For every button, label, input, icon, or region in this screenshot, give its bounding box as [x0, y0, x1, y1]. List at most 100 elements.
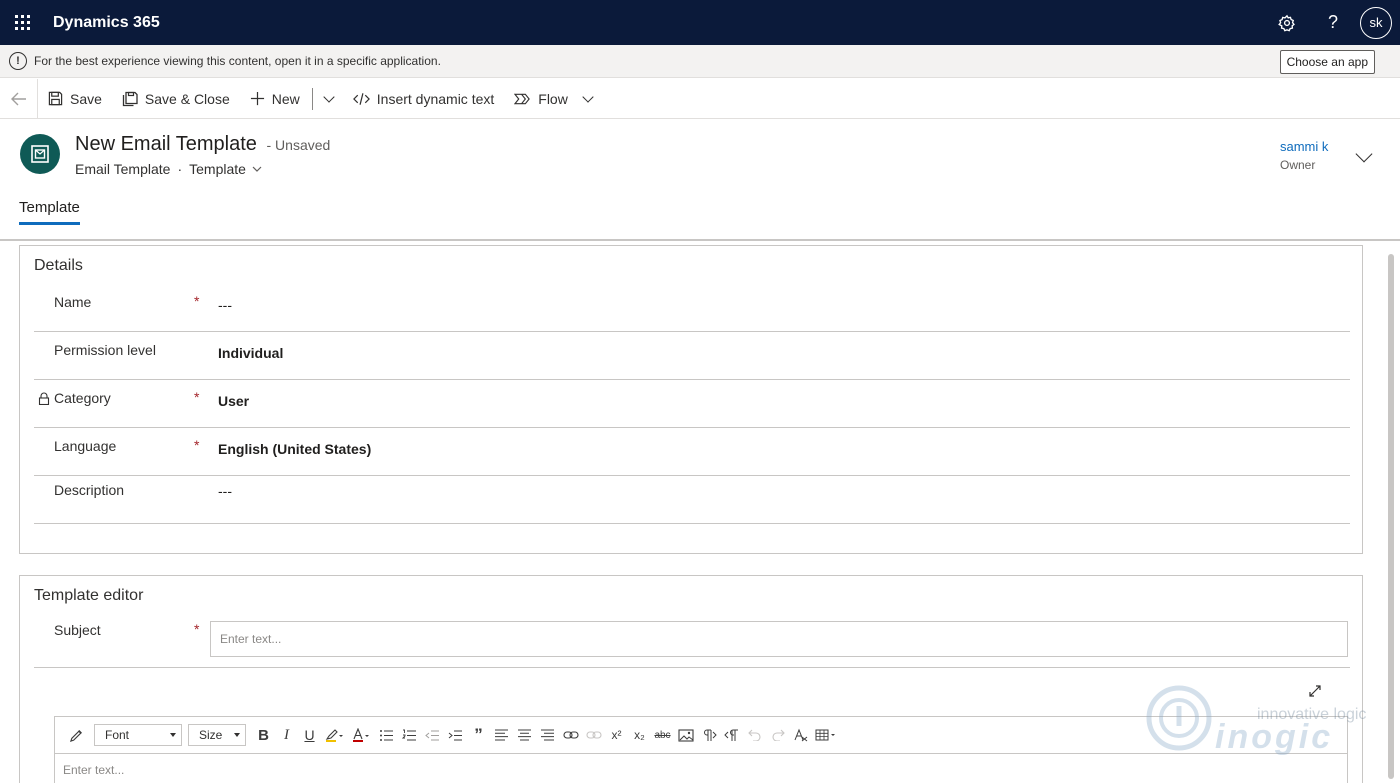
- insert-dynamic-text-label: Insert dynamic text: [376, 90, 495, 107]
- blockquote-button[interactable]: ”: [467, 724, 490, 747]
- chevron-down-icon[interactable]: [252, 166, 262, 172]
- new-button[interactable]: New: [240, 79, 310, 119]
- user-avatar[interactable]: sk: [1360, 6, 1392, 39]
- increase-indent-button[interactable]: [444, 724, 467, 747]
- bullet-list-icon: [380, 729, 393, 741]
- name-label: Name: [54, 294, 92, 310]
- superscript-button[interactable]: x²: [605, 724, 628, 747]
- font-select-label: Font: [105, 728, 130, 742]
- align-center-icon: [518, 729, 531, 741]
- strikethrough-icon: abc: [654, 729, 671, 741]
- subscript-icon: x₂: [634, 728, 645, 742]
- font-select[interactable]: Font: [94, 724, 182, 746]
- chevron-down-icon: [323, 90, 335, 103]
- permission-level-label: Permission level: [54, 342, 156, 358]
- flow-icon: [514, 93, 531, 104]
- code-icon: [352, 92, 370, 105]
- help-button[interactable]: ?: [1310, 0, 1356, 45]
- name-input[interactable]: ---: [218, 297, 232, 313]
- template-icon: [31, 145, 49, 163]
- language-select[interactable]: English (United States): [218, 441, 371, 457]
- record-subtitle: Email Template · Template: [75, 161, 262, 177]
- undo-button[interactable]: [743, 724, 766, 747]
- title-text: New Email Template: [75, 133, 257, 155]
- bulleted-list-button[interactable]: [375, 724, 398, 747]
- notification-bar: ! For the best experience viewing this c…: [0, 45, 1400, 78]
- save-button[interactable]: Save: [38, 79, 112, 119]
- category-field-row: Category * User: [34, 380, 1350, 428]
- ltr-button[interactable]: [697, 724, 720, 747]
- align-center-button[interactable]: [513, 724, 536, 747]
- strikethrough-button[interactable]: abc: [651, 724, 674, 747]
- italic-icon: I: [284, 726, 289, 743]
- bold-button[interactable]: B: [252, 724, 275, 747]
- owner-link[interactable]: sammi k: [1280, 139, 1328, 154]
- details-section-title: Details: [34, 257, 83, 274]
- details-section: Details Name * --- Permission level Indi…: [19, 245, 1363, 554]
- save-label: Save: [70, 90, 102, 107]
- align-left-button[interactable]: [490, 724, 513, 747]
- email-template-entity-icon: [20, 134, 60, 174]
- italic-button[interactable]: I: [275, 724, 298, 747]
- subject-input[interactable]: Enter text...: [210, 621, 1348, 657]
- back-button[interactable]: [0, 78, 38, 119]
- redo-button[interactable]: [766, 724, 789, 747]
- description-label: Description: [54, 482, 125, 498]
- settings-button[interactable]: [1264, 0, 1310, 45]
- subject-label: Subject: [54, 622, 101, 638]
- rtl-button[interactable]: [720, 724, 743, 747]
- new-label: New: [271, 90, 300, 107]
- clear-format-icon: [794, 728, 807, 742]
- underline-icon: U: [304, 727, 315, 743]
- header-divider: [0, 239, 1400, 241]
- editor-body-placeholder[interactable]: Enter text...: [63, 763, 124, 777]
- subscript-button[interactable]: x₂: [628, 724, 651, 747]
- app-launcher-button[interactable]: [0, 0, 44, 45]
- link-icon: [562, 731, 579, 739]
- new-dropdown-button[interactable]: [315, 79, 343, 119]
- flow-button[interactable]: Flow: [504, 79, 602, 119]
- insert-table-button[interactable]: [812, 724, 840, 747]
- text-direction-rtl-icon: [723, 729, 738, 741]
- superscript-icon: x²: [611, 728, 622, 742]
- flow-label: Flow: [538, 90, 568, 107]
- form-selector[interactable]: Template: [189, 161, 246, 177]
- tab-template[interactable]: Template: [19, 199, 80, 225]
- table-icon: [815, 729, 835, 741]
- save-close-label: Save & Close: [144, 90, 230, 107]
- watermark-logo: [1146, 685, 1212, 751]
- page-scrollbar[interactable]: [1386, 246, 1396, 783]
- save-close-button[interactable]: Save & Close: [112, 79, 240, 119]
- header-expand-chevron-icon[interactable]: [1355, 145, 1373, 163]
- top-navigation-bar: Dynamics 365 ? sk: [0, 0, 1400, 45]
- language-field-row: Language * English (United States): [34, 428, 1350, 476]
- choose-app-button[interactable]: Choose an app: [1279, 50, 1375, 74]
- insert-image-button[interactable]: [674, 724, 697, 747]
- redo-icon: [771, 729, 785, 741]
- subject-placeholder: Enter text...: [220, 632, 282, 646]
- paste-format-button[interactable]: [65, 724, 88, 747]
- dropdown-triangle-icon: [234, 733, 240, 737]
- info-icon: !: [9, 52, 27, 70]
- insert-link-button[interactable]: [559, 724, 582, 747]
- command-bar: Save Save & Close New Insert dynamic tex…: [0, 78, 1400, 119]
- app-title[interactable]: Dynamics 365: [53, 14, 160, 32]
- template-editor-title: Template editor: [34, 587, 144, 604]
- permission-level-select[interactable]: Individual: [218, 345, 283, 361]
- underline-button[interactable]: U: [298, 724, 321, 747]
- required-indicator: *: [194, 621, 200, 637]
- clear-formatting-button[interactable]: [789, 724, 812, 747]
- align-right-button[interactable]: [536, 724, 559, 747]
- size-select[interactable]: Size: [188, 724, 246, 746]
- numbered-list-button[interactable]: [398, 724, 421, 747]
- insert-dynamic-text-button[interactable]: Insert dynamic text: [343, 79, 505, 119]
- decrease-indent-button[interactable]: [421, 724, 444, 747]
- permission-level-field-row: Permission level Individual: [34, 332, 1350, 380]
- highlight-icon: [325, 729, 343, 742]
- scrollbar-thumb[interactable]: [1388, 254, 1394, 779]
- description-input[interactable]: ---: [218, 483, 232, 499]
- font-color-button[interactable]: [349, 724, 375, 747]
- remove-link-button[interactable]: [582, 724, 605, 747]
- gear-icon: [1278, 14, 1295, 32]
- highlight-button[interactable]: [321, 724, 349, 747]
